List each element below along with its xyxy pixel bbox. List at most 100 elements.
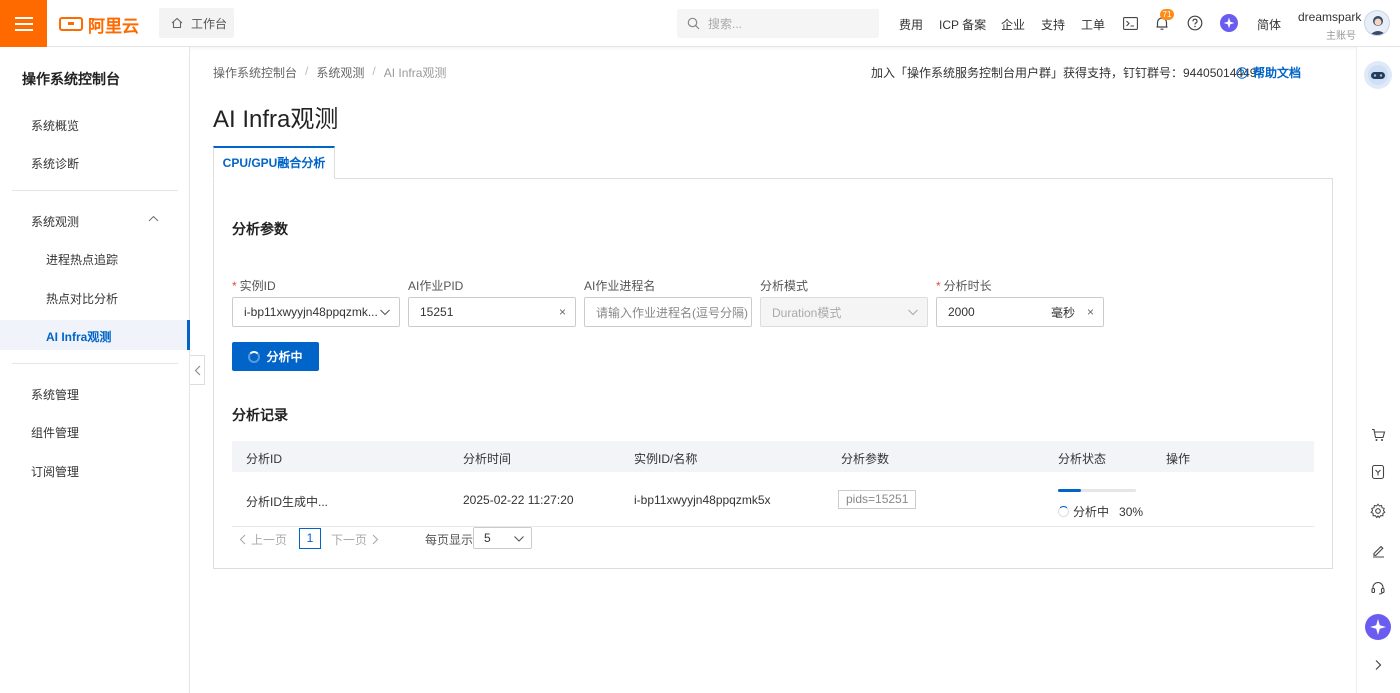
next-page-label: 下一页 xyxy=(331,533,368,547)
loading-spinner-icon xyxy=(1058,506,1069,517)
headset-icon[interactable] xyxy=(1368,578,1388,598)
edit-icon[interactable] xyxy=(1368,540,1388,560)
cell-analysis-id: 分析ID生成中... xyxy=(246,495,329,509)
cell-analysis-time: 2025-02-22 11:27:20 xyxy=(463,493,574,507)
language-switch[interactable]: 简体 xyxy=(1257,16,1281,33)
help-icon[interactable] xyxy=(1186,14,1204,32)
sidebar: 操作系统控制台 系统概览 系统诊断 系统观测 进程热点追踪 热点对比分析 AI … xyxy=(0,47,190,693)
cart-icon[interactable] xyxy=(1368,425,1388,445)
notification-badge: 71 xyxy=(1160,9,1174,20)
search-input[interactable]: 搜索... xyxy=(677,9,879,38)
menu-icon[interactable] xyxy=(0,0,47,47)
tab-cpu-gpu-analysis[interactable]: CPU/GPU融合分析 xyxy=(213,146,335,179)
clear-icon[interactable]: × xyxy=(1087,305,1094,319)
collapse-sidebar-button[interactable] xyxy=(190,355,205,385)
avatar[interactable] xyxy=(1364,10,1390,36)
progress-fill xyxy=(1058,489,1082,492)
duration-unit: 毫秒 xyxy=(1050,305,1075,320)
prev-page-button[interactable]: 上一页 xyxy=(239,531,287,548)
next-page-button[interactable]: 下一页 xyxy=(331,531,379,548)
process-name-placeholder: 请输入作业进程名(逗号分隔) xyxy=(596,305,748,320)
mode-select[interactable]: Duration模式 xyxy=(760,297,928,327)
sidebar-item-overview[interactable]: 系统概览 xyxy=(31,117,79,134)
sidebar-item-manage[interactable]: 系统管理 xyxy=(31,386,79,403)
ai-star-icon[interactable] xyxy=(1364,613,1392,641)
chevron-right-icon[interactable] xyxy=(1368,655,1388,675)
top-bar: 阿里云 工作台 搜索... 费用 ICP 备案 企业 支持 工单 71 简体 d… xyxy=(0,0,1400,47)
breadcrumb-observe[interactable]: 系统观测 xyxy=(316,64,364,81)
page-number-current[interactable]: 1 xyxy=(299,528,321,549)
assistant-avatar-icon[interactable] xyxy=(1364,61,1392,89)
gear-icon[interactable] xyxy=(1368,501,1388,521)
duration-value: 2000 xyxy=(948,305,975,319)
prev-page-label: 上一页 xyxy=(251,533,288,547)
progress-bar xyxy=(1058,489,1136,492)
user-role: 主账号 xyxy=(1326,31,1356,42)
nav-enterprise[interactable]: 企业 xyxy=(1001,16,1025,33)
terminal-icon[interactable] xyxy=(1121,14,1139,32)
page-title: AI Infra观测 xyxy=(213,106,339,133)
instance-select[interactable]: i-bp11xwyyjn48ppqzmk... xyxy=(232,297,400,327)
params-title: 分析参数 xyxy=(232,221,288,237)
search-icon xyxy=(687,17,700,30)
chevron-down-icon xyxy=(908,309,918,316)
page-size-select[interactable]: 5 xyxy=(473,527,532,549)
sidebar-divider xyxy=(12,363,178,364)
breadcrumb-separator: / xyxy=(305,64,309,78)
home-icon xyxy=(171,17,183,29)
instance-label: * 实例ID xyxy=(232,279,276,293)
page-size-value: 5 xyxy=(484,531,491,545)
sidebar-item-diagnosis[interactable]: 系统诊断 xyxy=(31,155,79,172)
process-name-input[interactable]: 请输入作业进程名(逗号分隔) xyxy=(584,297,752,327)
breadcrumb-separator: / xyxy=(372,64,376,78)
status-text: 分析中 xyxy=(1073,505,1110,519)
breadcrumb: 操作系统控制台 / 系统观测 / AI Infra观测 xyxy=(213,64,446,81)
column-header: 分析时间 xyxy=(463,452,512,466)
analyze-button[interactable]: 分析中 xyxy=(232,342,319,371)
status-cell: 分析中 30% xyxy=(1058,503,1143,520)
cell-instance: i-bp11xwyyjn48ppqzmk5x xyxy=(634,493,771,507)
sidebar-item-components[interactable]: 组件管理 xyxy=(31,424,79,441)
nav-support[interactable]: 支持 xyxy=(1041,16,1065,33)
document-icon[interactable] xyxy=(1368,462,1388,482)
help-doc-link[interactable]: 帮助文档 xyxy=(1236,64,1301,81)
duration-label: * 分析时长 xyxy=(936,279,992,293)
chevron-down-icon xyxy=(514,536,524,542)
nav-ticket[interactable]: 工单 xyxy=(1081,16,1105,33)
breadcrumb-console[interactable]: 操作系统控制台 xyxy=(213,64,297,81)
instance-value: i-bp11xwyyjn48ppqzmk... xyxy=(244,305,378,319)
clear-icon[interactable]: × xyxy=(559,305,566,319)
nav-billing[interactable]: 费用 xyxy=(899,16,923,33)
column-header: 分析参数 xyxy=(841,452,890,466)
workbench-label: 工作台 xyxy=(191,16,228,31)
sidebar-item-hotspot[interactable]: 进程热点追踪 xyxy=(46,251,118,268)
sidebar-item-ai-infra-label: AI Infra观测 xyxy=(46,330,112,344)
chevron-left-icon xyxy=(239,534,246,545)
breadcrumb-current: AI Infra观测 xyxy=(383,66,447,80)
support-group-text: 加入「操作系统服务控制台用户群」获得支持，钉钉群号：94405014449 xyxy=(871,66,1257,80)
aliyun-logo-icon xyxy=(59,17,83,31)
row-divider xyxy=(232,526,1314,527)
help-doc-label: 帮助文档 xyxy=(1253,66,1302,80)
help-circle-icon xyxy=(1236,66,1248,79)
brand-logo[interactable]: 阿里云 xyxy=(59,13,139,36)
sidebar-item-compare[interactable]: 热点对比分析 xyxy=(46,290,118,307)
brand-name: 阿里云 xyxy=(88,16,139,36)
nav-icp[interactable]: ICP 备案 xyxy=(939,16,986,33)
pid-input[interactable]: 15251 × xyxy=(408,297,576,327)
duration-input[interactable]: 2000 毫秒 × xyxy=(936,297,1104,327)
analysis-panel xyxy=(213,178,1333,569)
column-header: 分析ID xyxy=(246,452,283,466)
analyze-button-label: 分析中 xyxy=(266,350,303,364)
search-placeholder: 搜索... xyxy=(708,17,743,31)
workbench-button[interactable]: 工作台 xyxy=(159,8,234,38)
ai-assistant-icon[interactable] xyxy=(1220,14,1238,32)
user-name[interactable]: dreamspark xyxy=(1298,10,1361,24)
progress-text: 30% xyxy=(1119,504,1144,519)
page-size-label: 每页显示 xyxy=(425,533,474,547)
sidebar-title: 操作系统控制台 xyxy=(22,71,120,87)
sidebar-item-observe[interactable]: 系统观测 xyxy=(31,213,79,230)
chevron-up-icon[interactable] xyxy=(148,215,159,222)
table-header xyxy=(232,441,1314,472)
sidebar-item-subscribe[interactable]: 订阅管理 xyxy=(31,463,79,480)
